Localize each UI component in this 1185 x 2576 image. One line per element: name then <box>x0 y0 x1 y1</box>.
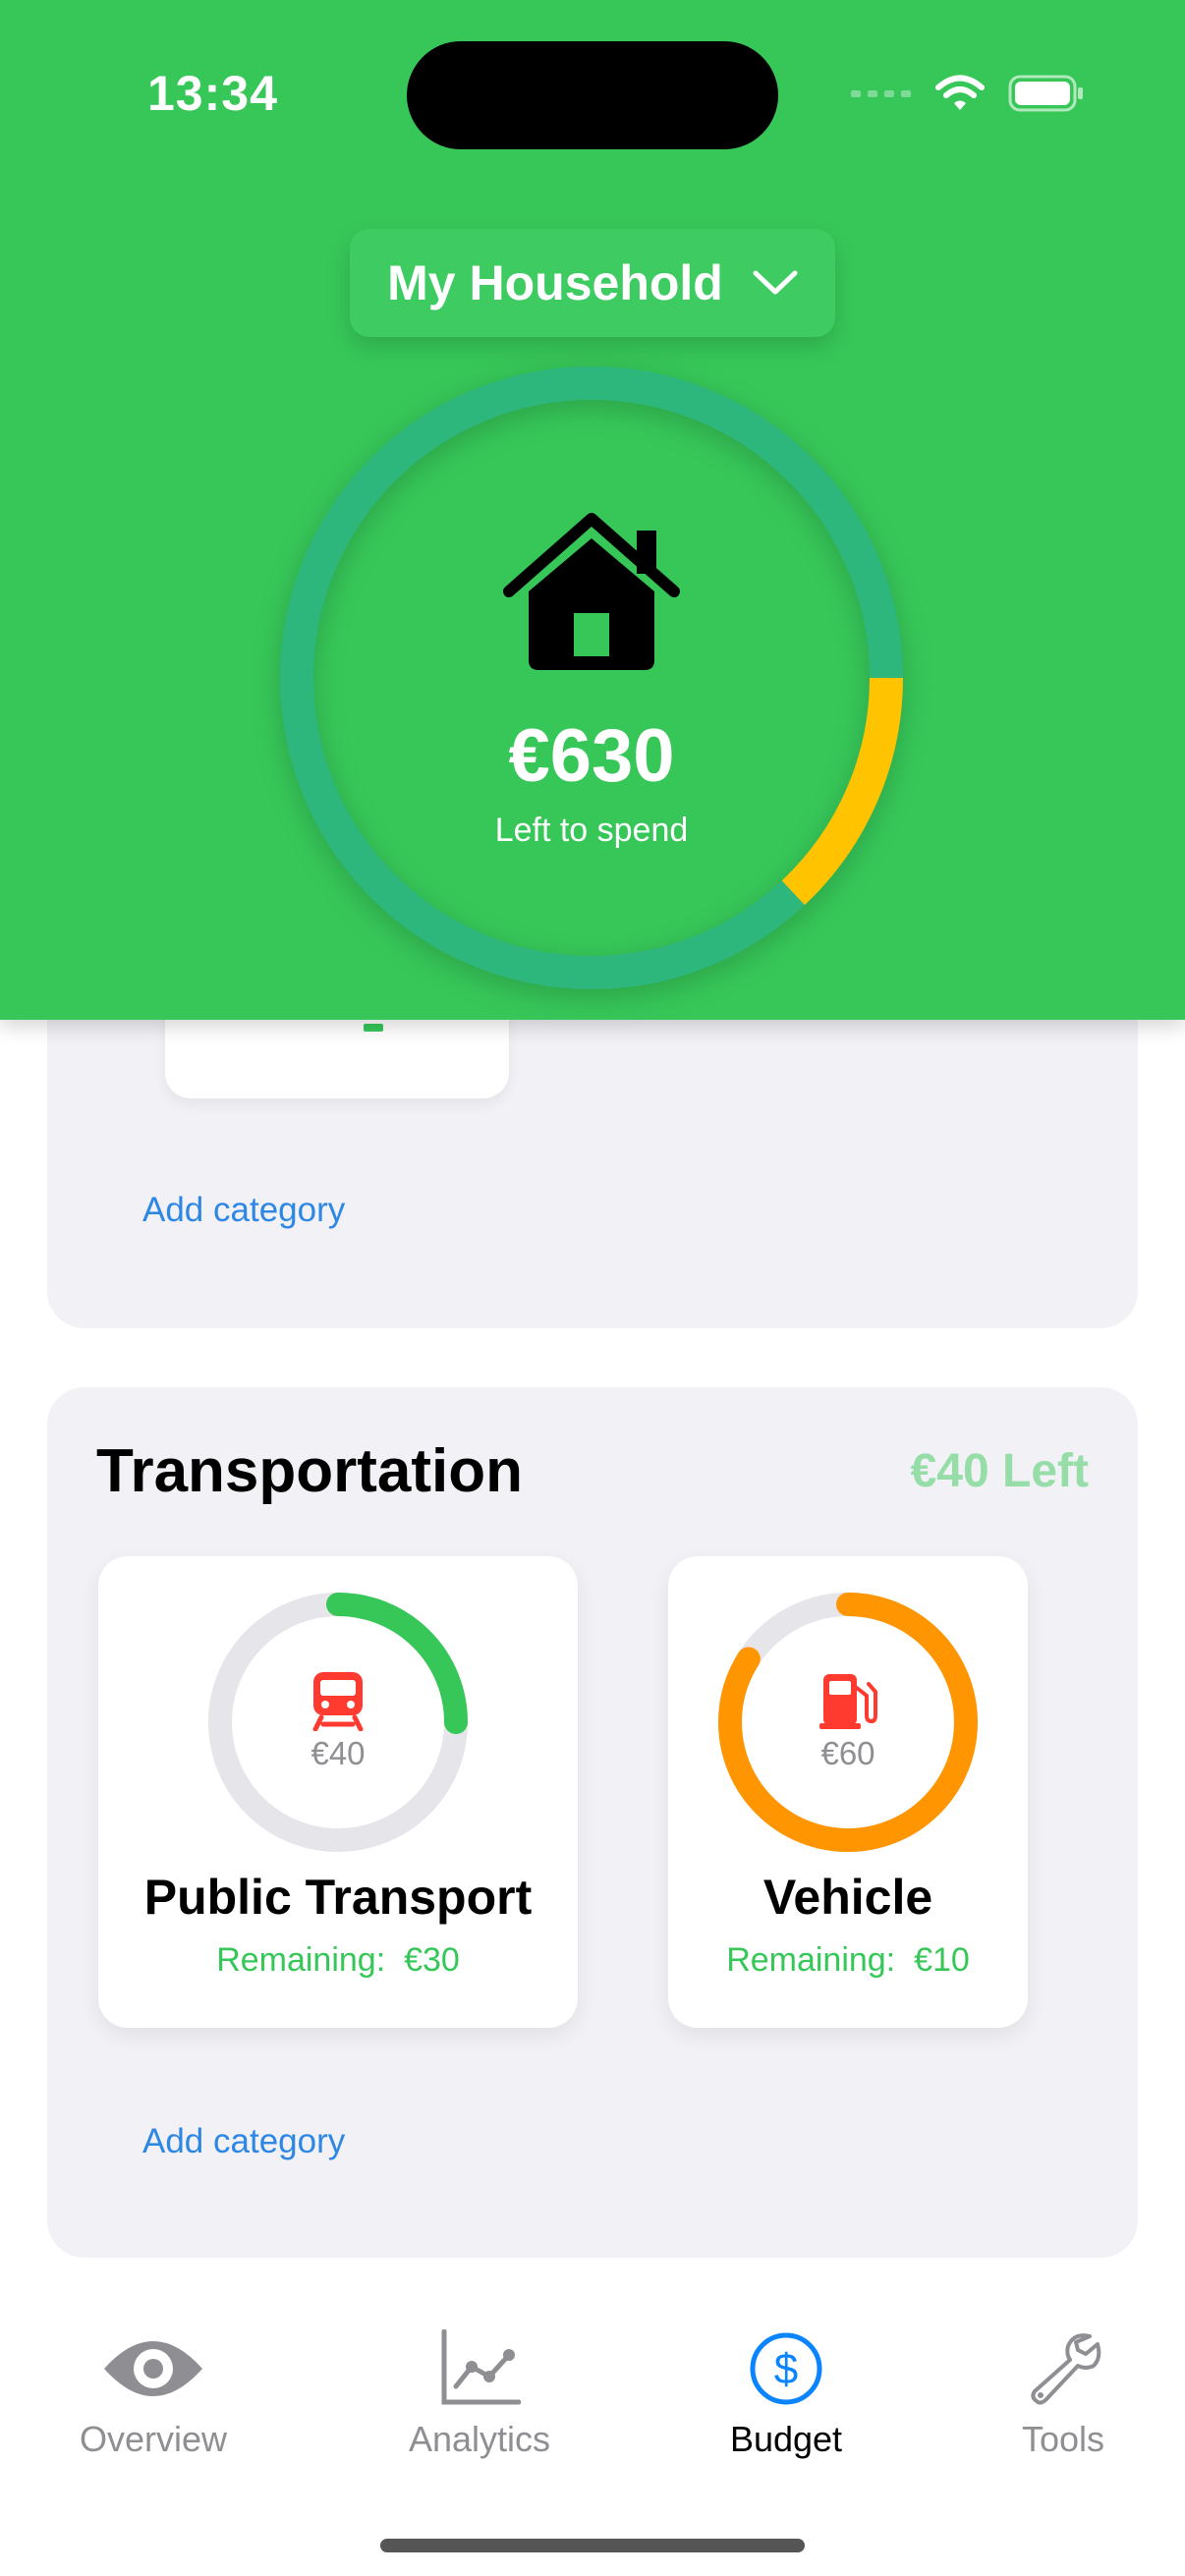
category-amount: €40 <box>310 1735 366 1771</box>
add-category-button[interactable]: Add category <box>142 2122 345 2161</box>
status-icons <box>851 75 1085 112</box>
budget-ring-chart <box>280 366 903 989</box>
left-to-spend-amount: €630 <box>508 714 675 798</box>
tab-overview[interactable]: Overview <box>45 2324 261 2460</box>
category-remaining: Remaining: €30 <box>98 1941 578 1980</box>
section-title: Transportation <box>96 1437 524 1505</box>
budget-header: 13:34 My Household €630 Left to spend <box>0 0 1185 1020</box>
wifi-icon <box>935 75 985 110</box>
tab-label: Analytics <box>408 2419 551 2459</box>
house-icon <box>503 513 680 670</box>
remaining-value: €30 <box>404 1941 460 1979</box>
wrench-icon <box>1031 2333 1101 2405</box>
category-name: Public Transport <box>143 1870 533 1925</box>
category-tile-public-transport[interactable]: €40 Public Transport Remaining: €30 <box>98 1556 578 2028</box>
train-icon <box>312 1672 364 1731</box>
category-amount: €60 <box>820 1735 875 1771</box>
fuel-pump-icon <box>819 1674 877 1729</box>
battery-icon <box>1008 75 1083 112</box>
home-indicator <box>380 2539 805 2552</box>
remaining-value: €10 <box>914 1941 970 1979</box>
svg-text:$: $ <box>774 2345 798 2393</box>
tab-tools[interactable]: Tools <box>955 2324 1171 2460</box>
section-left-amount: €40 Left <box>910 1445 1089 1497</box>
remaining-label: Remaining: <box>726 1941 896 1979</box>
add-category-button[interactable]: Add category <box>142 1191 345 1230</box>
chevron-down-icon <box>753 270 798 295</box>
household-label: My Household <box>387 255 723 310</box>
category-name: Vehicle <box>762 1870 933 1925</box>
dynamic-island <box>407 41 778 149</box>
tab-label: Tools <box>1021 2419 1105 2459</box>
cellular-signal-icon <box>851 90 911 97</box>
household-selector[interactable]: My Household <box>350 229 835 337</box>
tab-label: Budget <box>729 2419 843 2459</box>
tab-budget[interactable]: $ Budget <box>678 2324 894 2460</box>
dollar-icon: $ <box>750 2332 822 2405</box>
left-to-spend-caption: Left to spend <box>494 812 689 849</box>
budget-ring: €630 Left to spend <box>279 365 904 990</box>
tab-label: Overview <box>79 2419 228 2459</box>
category-remaining: Remaining: €10 <box>668 1941 1028 1980</box>
chart-icon <box>441 2329 521 2405</box>
tab-analytics[interactable]: Analytics <box>371 2324 588 2460</box>
status-time: 13:34 <box>147 66 278 121</box>
category-tile-vehicle[interactable]: €60 Vehicle Remaining: €10 <box>668 1556 1028 2028</box>
eye-icon <box>104 2341 202 2396</box>
remaining-label: Remaining: <box>216 1941 386 1979</box>
